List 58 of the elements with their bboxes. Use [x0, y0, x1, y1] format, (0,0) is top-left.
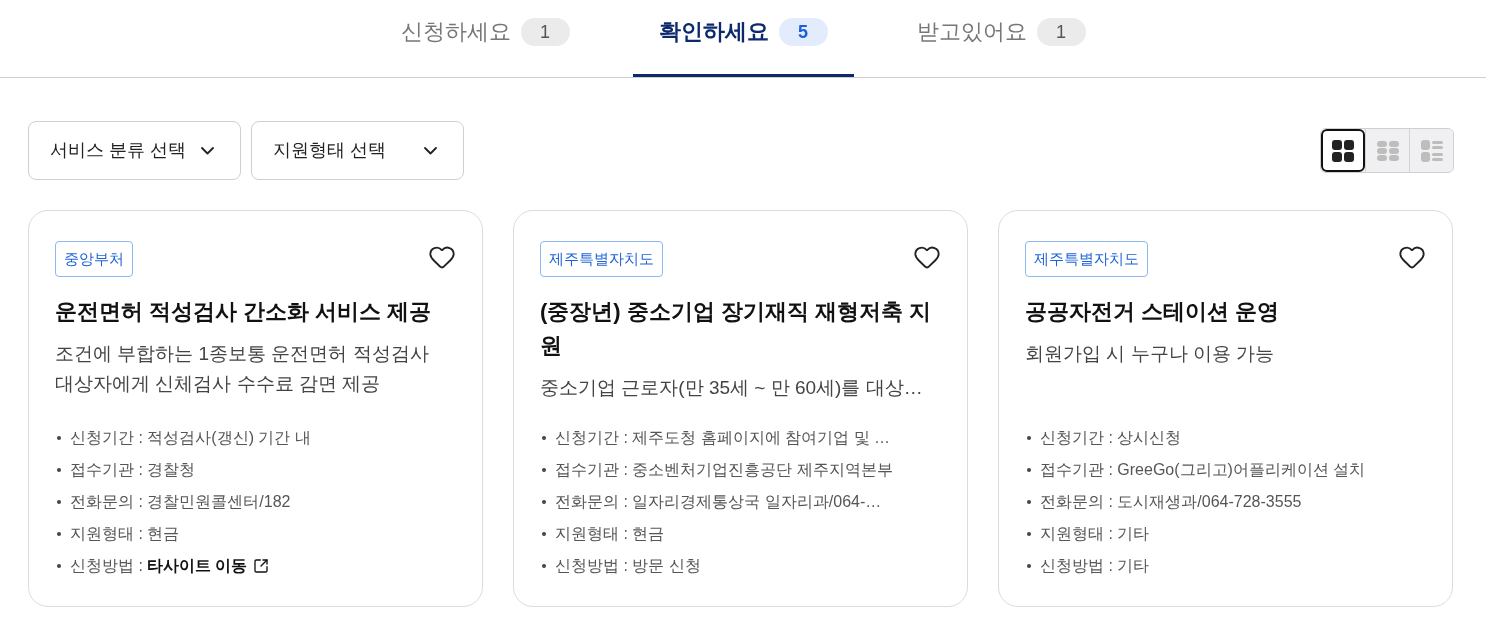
bullet-icon: [1027, 564, 1031, 568]
tab[interactable]: 신청하세요 1: [374, 0, 596, 77]
card-description: 회원가입 시 누구나 이용 가능: [1025, 342, 1276, 366]
bullet-icon: [57, 500, 61, 504]
external-link-icon: [253, 558, 270, 574]
detail-text: 신청방법 : 방문 신청: [555, 556, 701, 576]
external-link[interactable]: 타사이트 이동: [146, 554, 270, 578]
service-card[interactable]: 제주특별자치도 공공자전거 스테이션 운영 회원가입 시 누구나 이용 가능 신청기간 : 상시신청 접수기관 : GreeGo(그리고)어플리케이션 설치 전화문의 : 도시재생과/064-728-3555 지원형태 : 기타 신청방법 : 기타: [998, 210, 1453, 607]
six-bars-icon: [1376, 140, 1399, 161]
detail-text: 접수기관 : 경찰청: [70, 460, 196, 480]
card-title: 공공자전거 스테이션 운영: [1025, 298, 1281, 326]
bullet-icon: [542, 564, 546, 568]
detail-text: 신청방법 : 기타: [1040, 556, 1150, 576]
count-badge: 1: [520, 18, 570, 46]
bullet-icon: [542, 468, 546, 472]
grid-view-button[interactable]: [1321, 129, 1365, 172]
bullet-icon: [1027, 468, 1031, 472]
four-squares-icon: [1332, 139, 1354, 162]
detail-text: 지원형태 : 현금: [555, 524, 665, 544]
detail-text: 전화문의 : 일자리경제통상국 일자리과/064-…: [555, 492, 882, 512]
region-tag: 중앙부처: [55, 241, 133, 277]
detail-text: 신청기간 : 제주도청 홈페이지에 참여기업 및 …: [555, 428, 891, 448]
detail-text: 전화문의 : 경찰민원콜센터/182: [70, 492, 291, 512]
detail-text: 지원형태 : 기타: [1040, 524, 1150, 544]
chevron-down-icon: [201, 146, 214, 155]
filter-dropdown[interactable]: 서비스 분류 선택: [28, 121, 241, 180]
count-badge: 5: [778, 18, 828, 46]
bullet-icon: [542, 500, 546, 504]
service-card[interactable]: 제주특별자치도 (중장년) 중소기업 장기재직 재형저축 지원 중소기업 근로자(만 35세 ~ 만 60세)를 대상… 신청기간 : 제주도청 홈페이지에 참여기업 및 … 접수기관 : 중소벤처기업진흥공단 제주지역본부 전화문의 : 일자리경제통상국 일자리과/064-… 지원형태 : 현금 신청방법 : 방문 신청: [513, 210, 968, 607]
bullet-icon: [57, 532, 61, 536]
detail-text: 접수기관 : 중소벤처기업진흥공단 제주지역본부: [555, 460, 893, 480]
detail-text: 전화문의 : 도시재생과/064-728-3555: [1040, 492, 1302, 512]
filter-dropdown[interactable]: 지원형태 선택: [251, 121, 464, 180]
list-icon: [1420, 139, 1443, 162]
service-card[interactable]: 중앙부처 운전면허 적성검사 간소화 서비스 제공 조건에 부합하는 1종보통 운전면허 적성검사 대상자에게 신체검사 수수료 감면 제공 신청기간 : 적성검사(갱신) 기간 내 접수기관 : 경찰청 전화문의 : 경찰민원콜센터/182 지원형태 : 현금 신청방법 : 타사이트 이동: [28, 210, 483, 607]
detail-text: 신청기간 : 상시신청: [1040, 428, 1182, 448]
bullet-icon: [1027, 532, 1031, 536]
bullet-icon: [542, 532, 546, 536]
bullet-icon: [57, 436, 61, 440]
bullet-icon: [1027, 436, 1031, 440]
chevron-down-icon: [424, 146, 437, 155]
count-badge: 1: [1036, 18, 1086, 46]
region-tag: 제주특별자치도: [540, 241, 663, 277]
detail-label: 신청방법 :: [70, 556, 143, 576]
detail-text: 지원형태 : 현금: [70, 524, 180, 544]
tab[interactable]: 받고있어요 1: [890, 0, 1112, 77]
card-title: (중장년) 중소기업 장기재직 재형저축 지원: [540, 298, 933, 360]
bullet-icon: [1027, 500, 1031, 504]
bullet-icon: [57, 468, 61, 472]
region-tag: 제주특별자치도: [1025, 241, 1148, 277]
bullet-icon: [57, 564, 61, 568]
bullet-icon: [542, 436, 546, 440]
card-title: 운전면허 적성검사 간소화 서비스 제공: [55, 298, 433, 326]
tab[interactable]: 확인하세요 5: [632, 0, 854, 77]
card-description: 중소기업 근로자(만 35세 ~ 만 60세)를 대상…: [540, 376, 924, 400]
detail-text: 신청기간 : 적성검사(갱신) 기간 내: [70, 428, 311, 448]
detail-text: 접수기관 : GreeGo(그리고)어플리케이션 설치: [1040, 460, 1366, 480]
card-description: 조건에 부합하는 1종보통 운전면허 적성검사 대상자에게 신체검사 수수료 감면 제공: [55, 342, 430, 396]
